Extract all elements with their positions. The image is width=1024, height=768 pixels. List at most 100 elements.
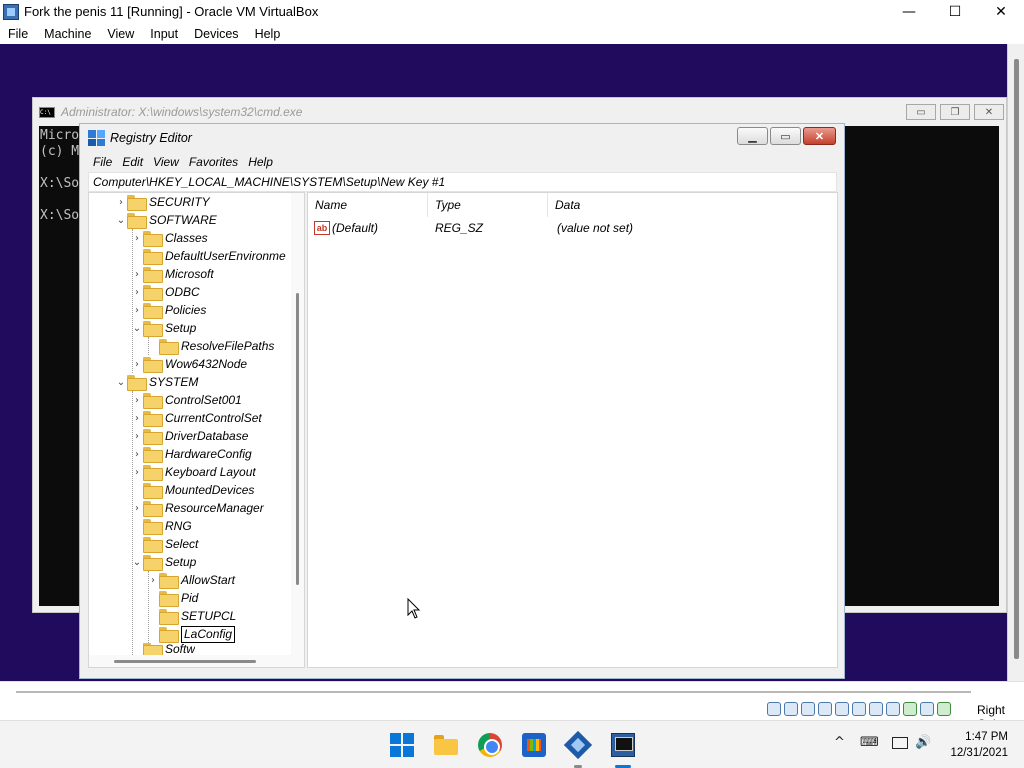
regedit-menu-favorites[interactable]: Favorites bbox=[184, 155, 243, 169]
tree-node-pid[interactable]: Pid bbox=[147, 589, 198, 607]
collapse-arrow-icon[interactable]: ⌄ bbox=[131, 557, 143, 568]
regedit-menu-view[interactable]: View bbox=[148, 155, 184, 169]
tree-node-driverdatabase[interactable]: › DriverDatabase bbox=[131, 427, 248, 445]
column-header-data[interactable]: Data bbox=[548, 193, 708, 217]
regedit-close-button[interactable]: ✕ bbox=[803, 127, 836, 145]
keyboard-icon[interactable]: ⌨ bbox=[860, 735, 879, 750]
regedit-menu-edit[interactable]: Edit bbox=[117, 155, 148, 169]
regedit-maximize-button[interactable]: ▭ bbox=[770, 127, 801, 145]
expand-arrow-icon[interactable]: › bbox=[115, 197, 127, 208]
taskbar-clock[interactable]: 1:47 PM 12/31/2021 bbox=[948, 729, 1008, 761]
audio-icon[interactable] bbox=[801, 702, 815, 716]
cmd-restore-button[interactable]: ❐ bbox=[940, 104, 970, 120]
cmd-close-button[interactable]: ✕ bbox=[974, 104, 1004, 120]
expand-arrow-icon[interactable]: › bbox=[147, 575, 159, 586]
regedit-address-bar[interactable]: Computer\HKEY_LOCAL_MACHINE\SYSTEM\Setup… bbox=[88, 172, 837, 192]
tree-node-rng[interactable]: RNG bbox=[131, 517, 192, 535]
vbox-vertical-scrollbar[interactable] bbox=[1007, 44, 1024, 681]
expand-arrow-icon[interactable]: › bbox=[131, 431, 143, 442]
microsoft-store-icon[interactable] bbox=[522, 733, 546, 757]
expand-arrow-icon[interactable]: › bbox=[131, 467, 143, 478]
tree-node-resolvefilepaths[interactable]: ResolveFilePaths bbox=[147, 337, 274, 355]
tree-node-wow6432node[interactable]: › Wow6432Node bbox=[131, 355, 247, 373]
expand-arrow-icon[interactable]: › bbox=[131, 269, 143, 280]
tree-node-partial[interactable]: Softw bbox=[131, 643, 195, 655]
regedit-minimize-button[interactable]: ▁ bbox=[737, 127, 768, 145]
tree-node-policies[interactable]: › Policies bbox=[131, 301, 206, 319]
file-explorer-icon[interactable] bbox=[434, 733, 458, 757]
host-key-arrow-icon[interactable] bbox=[937, 702, 951, 716]
expand-arrow-icon[interactable]: › bbox=[131, 359, 143, 370]
column-header-name[interactable]: Name bbox=[308, 193, 428, 217]
tree-node-hardwareconfig[interactable]: › HardwareConfig bbox=[131, 445, 252, 463]
vbox-menu-file[interactable]: File bbox=[0, 27, 36, 41]
vbox-menu-view[interactable]: View bbox=[99, 27, 142, 41]
regedit-titlebar[interactable]: Registry Editor ▁ ▭ ✕ bbox=[80, 124, 844, 152]
expand-arrow-icon[interactable]: › bbox=[131, 305, 143, 316]
tree-node-rename-edit[interactable]: LaConfig bbox=[147, 625, 236, 643]
virtualbox-manager-icon[interactable] bbox=[566, 733, 590, 757]
cmd-minimize-button[interactable]: ▭ bbox=[906, 104, 936, 120]
vbox-menu-devices[interactable]: Devices bbox=[186, 27, 246, 41]
expand-arrow-icon[interactable]: › bbox=[131, 233, 143, 244]
value-row[interactable]: ab (Default) REG_SZ (value not set) bbox=[308, 218, 732, 238]
cmd-titlebar[interactable]: C:\ Administrator: X:\windows\system32\c… bbox=[33, 98, 1006, 126]
recording-icon[interactable] bbox=[886, 702, 900, 716]
expand-arrow-icon[interactable]: › bbox=[131, 287, 143, 298]
cpu-activity-icon[interactable] bbox=[903, 702, 917, 716]
registry-values-list[interactable]: Name Type Data ab (Default) REG_SZ (valu… bbox=[307, 192, 838, 668]
tree-node-setupcl[interactable]: SETUPCL bbox=[147, 607, 236, 625]
volume-icon[interactable]: 🔊 bbox=[915, 735, 931, 750]
vbox-menu-machine[interactable]: Machine bbox=[36, 27, 99, 41]
expand-arrow-icon[interactable]: › bbox=[131, 413, 143, 424]
tree-node-system[interactable]: ⌄ SYSTEM bbox=[115, 373, 198, 391]
shared-folders-icon[interactable] bbox=[852, 702, 866, 716]
tree-node-defaultuserenvironment[interactable]: DefaultUserEnvironme bbox=[131, 247, 286, 265]
registry-editor-window[interactable]: Registry Editor ▁ ▭ ✕ File Edit View Fav… bbox=[79, 123, 845, 679]
tree-node-select[interactable]: Select bbox=[131, 535, 198, 553]
collapse-arrow-icon[interactable]: ⌄ bbox=[115, 377, 127, 388]
usb-icon[interactable] bbox=[835, 702, 849, 716]
registry-tree[interactable]: › SECURITY ⌄ SOFTWARE › Classes DefaultU… bbox=[88, 192, 305, 668]
tree-node-currentcontrolset[interactable]: › CurrentControlSet bbox=[131, 409, 262, 427]
key-rename-input[interactable]: LaConfig bbox=[181, 625, 236, 643]
regedit-menu-file[interactable]: File bbox=[88, 155, 117, 169]
vbox-close-button[interactable]: ✕ bbox=[978, 0, 1024, 23]
tray-chevron-icon[interactable]: ^ bbox=[834, 735, 845, 750]
vbox-maximize-button[interactable]: ☐ bbox=[932, 0, 978, 23]
vbox-minimize-button[interactable]: — bbox=[886, 0, 932, 23]
windows-start-icon[interactable] bbox=[390, 733, 414, 757]
tree-node-odbc[interactable]: › ODBC bbox=[131, 283, 200, 301]
tree-node-microsoft[interactable]: › Microsoft bbox=[131, 265, 214, 283]
chrome-icon[interactable] bbox=[478, 733, 502, 757]
optical-drive-icon[interactable] bbox=[784, 702, 798, 716]
virtualbox-vm-icon[interactable] bbox=[611, 733, 635, 757]
tree-node-security[interactable]: › SECURITY bbox=[115, 193, 210, 211]
mouse-integration-icon[interactable] bbox=[920, 702, 934, 716]
tree-node-controlset001[interactable]: › ControlSet001 bbox=[131, 391, 242, 409]
column-header-type[interactable]: Type bbox=[428, 193, 548, 217]
collapse-arrow-icon[interactable]: ⌄ bbox=[131, 323, 143, 334]
tree-node-mounteddevices[interactable]: MountedDevices bbox=[131, 481, 254, 499]
tree-node-allowstart[interactable]: › AllowStart bbox=[147, 571, 235, 589]
vbox-horizontal-scrollbar[interactable] bbox=[0, 681, 1024, 700]
tree-node-software[interactable]: ⌄ SOFTWARE bbox=[115, 211, 217, 229]
tree-vertical-scrollbar[interactable] bbox=[291, 193, 304, 655]
tree-horizontal-scrollbar[interactable] bbox=[89, 655, 304, 667]
network-icon[interactable] bbox=[818, 702, 832, 716]
tree-node-keyboard-layout[interactable]: › Keyboard Layout bbox=[131, 463, 256, 481]
expand-arrow-icon[interactable]: › bbox=[131, 395, 143, 406]
display-icon[interactable] bbox=[869, 702, 883, 716]
expand-arrow-icon[interactable]: › bbox=[131, 449, 143, 460]
vbox-menu-help[interactable]: Help bbox=[247, 27, 289, 41]
tree-node-classes[interactable]: › Classes bbox=[131, 229, 208, 247]
tree-node-system-setup[interactable]: ⌄ Setup bbox=[131, 553, 196, 571]
regedit-menu-help[interactable]: Help bbox=[243, 155, 278, 169]
tree-node-software-setup[interactable]: ⌄ Setup bbox=[131, 319, 196, 337]
tree-node-resourcemanager[interactable]: › ResourceManager bbox=[131, 499, 264, 517]
expand-arrow-icon[interactable]: › bbox=[131, 503, 143, 514]
network-tray-icon[interactable] bbox=[892, 737, 908, 749]
collapse-arrow-icon[interactable]: ⌄ bbox=[115, 215, 127, 226]
hard-disk-icon[interactable] bbox=[767, 702, 781, 716]
vbox-menu-input[interactable]: Input bbox=[142, 27, 186, 41]
